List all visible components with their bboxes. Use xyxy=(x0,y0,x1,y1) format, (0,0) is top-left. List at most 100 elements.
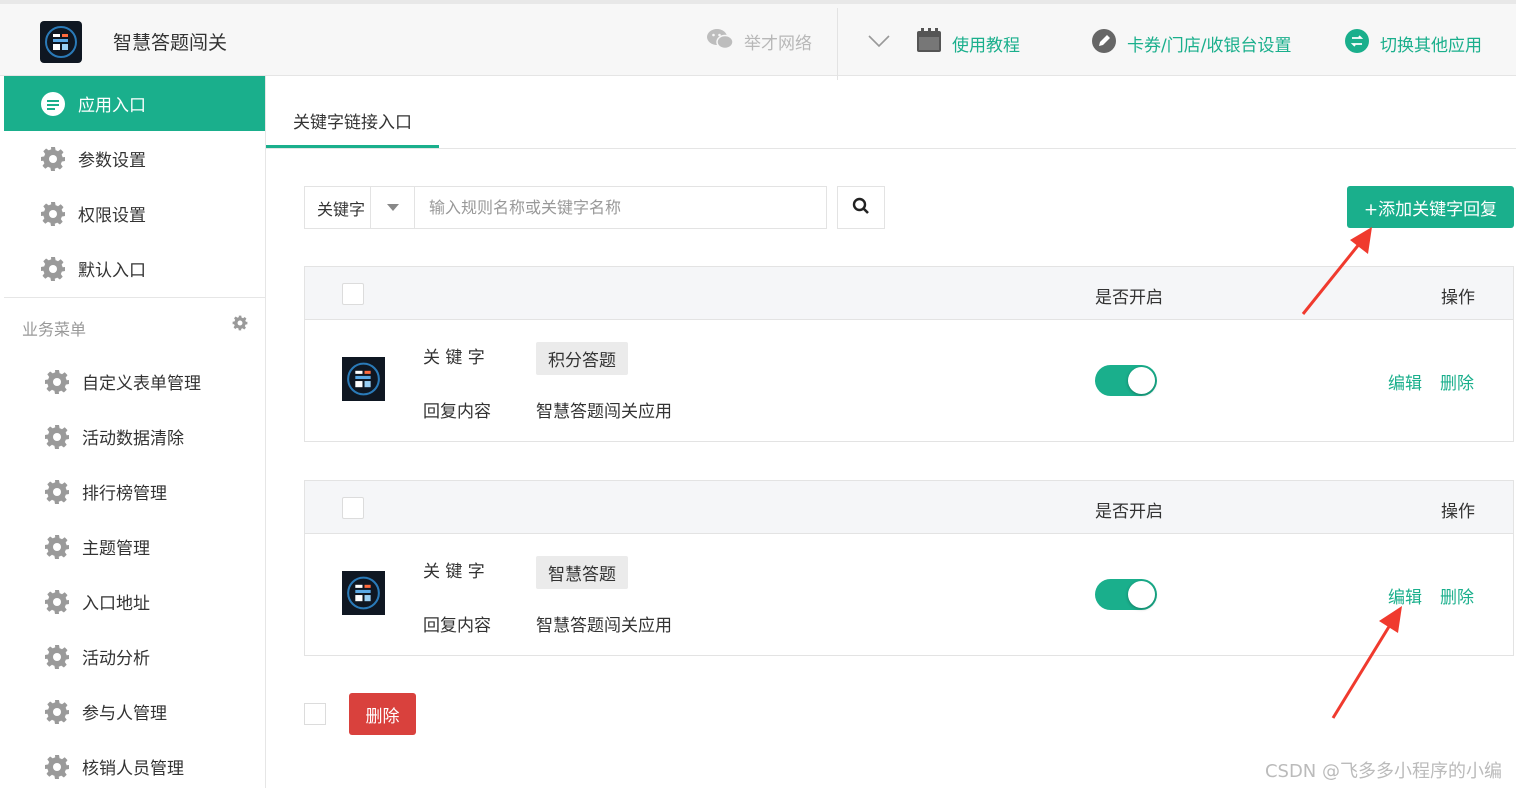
row-checkbox[interactable] xyxy=(342,283,364,305)
enabled-toggle[interactable] xyxy=(1095,365,1157,396)
keyword-rule-card: 是否开启 操作 关 键 字 智慧答题 回复内容 智慧答题闯关应用 编辑 删除 xyxy=(304,480,1514,656)
column-enabled: 是否开启 xyxy=(1095,502,1163,522)
gear-icon xyxy=(44,424,70,450)
sidebar-item-permissions[interactable]: 权限设置 xyxy=(4,186,265,241)
sidebar-item-default-entry[interactable]: 默认入口 xyxy=(4,241,265,296)
settings-link[interactable]: 卡券/门店/收银台设置 xyxy=(1091,28,1291,59)
tab-keyword-entry[interactable]: 关键字链接入口 xyxy=(266,100,439,148)
book-icon xyxy=(916,28,942,59)
watermark: CSDN @飞多多小程序的小编 xyxy=(1264,761,1502,782)
sidebar-item-label: 入口地址 xyxy=(82,594,150,614)
sidebar-item-leaderboard[interactable]: 排行榜管理 xyxy=(4,464,265,519)
keyword-tag: 积分答题 xyxy=(536,342,628,375)
gear-icon xyxy=(40,201,66,227)
section-settings-icon[interactable] xyxy=(232,315,248,335)
sidebar-item-label: 参数设置 xyxy=(78,151,146,171)
gear-icon xyxy=(40,146,66,172)
sidebar-item-analysis[interactable]: 活动分析 xyxy=(4,629,265,684)
gear-icon xyxy=(40,256,66,282)
rule-thumbnail xyxy=(342,571,385,615)
reply-content: 智慧答题闯关应用 xyxy=(536,616,672,636)
tutorial-label: 使用教程 xyxy=(952,36,1020,56)
reply-label: 回复内容 xyxy=(423,402,491,422)
app-title: 智慧答题闯关 xyxy=(113,32,228,54)
caret-down-icon[interactable] xyxy=(371,187,415,228)
enabled-toggle[interactable] xyxy=(1095,579,1157,610)
delete-link[interactable]: 删除 xyxy=(1440,583,1474,608)
reply-label: 回复内容 xyxy=(423,616,491,636)
gear-icon xyxy=(44,589,70,615)
sidebar-item-label: 活动数据清除 xyxy=(82,429,184,449)
sidebar-item-label: 默认入口 xyxy=(78,261,146,281)
keyword-tag: 智慧答题 xyxy=(536,556,628,589)
section-title: 业务菜单 xyxy=(22,320,87,339)
search-button[interactable] xyxy=(837,186,885,229)
company-link[interactable]: 举才网络 xyxy=(706,28,812,55)
pencil-icon xyxy=(1091,28,1117,59)
row-checkbox[interactable] xyxy=(342,497,364,519)
card-body: 关 键 字 积分答题 回复内容 智慧答题闯关应用 编辑 删除 xyxy=(305,320,1513,441)
sidebar-item-theme[interactable]: 主题管理 xyxy=(4,519,265,574)
sidebar-item-verifiers[interactable]: 核销人员管理 xyxy=(4,739,265,788)
app-logo xyxy=(40,21,82,63)
sidebar: 应用入口 参数设置 权限设置 默认入口 业务菜单 自定义表单管理 活动数据清除 xyxy=(4,76,266,788)
edit-link[interactable]: 编辑 xyxy=(1388,369,1422,394)
keyword-rule-card: 是否开启 操作 关 键 字 积分答题 回复内容 智慧答题闯关应用 编辑 删除 xyxy=(304,266,1514,442)
sidebar-item-participants[interactable]: 参与人管理 xyxy=(4,684,265,739)
header-divider xyxy=(837,8,838,80)
column-enabled: 是否开启 xyxy=(1095,288,1163,308)
switch-app-label: 切换其他应用 xyxy=(1380,36,1482,56)
sidebar-item-label: 自定义表单管理 xyxy=(82,374,201,394)
card-header: 是否开启 操作 xyxy=(305,267,1513,320)
sidebar-item-app-entry[interactable]: 应用入口 xyxy=(4,76,265,131)
card-body: 关 键 字 智慧答题 回复内容 智慧答题闯关应用 编辑 删除 xyxy=(305,534,1513,655)
gear-icon xyxy=(44,534,70,560)
toggle-knob xyxy=(1128,581,1155,608)
sidebar-divider xyxy=(4,297,265,298)
sidebar-item-label: 核销人员管理 xyxy=(82,759,184,779)
settings-label: 卡券/门店/收银台设置 xyxy=(1127,36,1292,56)
select-all-checkbox[interactable] xyxy=(304,703,326,725)
wechat-icon xyxy=(706,28,734,55)
rule-thumbnail xyxy=(342,357,385,401)
search-input[interactable] xyxy=(415,187,826,228)
gear-icon xyxy=(44,369,70,395)
add-keyword-reply-button[interactable]: +添加关键字回复 xyxy=(1347,186,1514,228)
sidebar-item-form-manage[interactable]: 自定义表单管理 xyxy=(4,354,265,409)
edit-link[interactable]: 编辑 xyxy=(1388,583,1422,608)
bulk-delete-button[interactable]: 删除 xyxy=(349,693,416,735)
column-actions: 操作 xyxy=(1441,288,1475,308)
gear-icon xyxy=(44,644,70,670)
keyword-label: 关 键 字 xyxy=(423,348,485,368)
switch-icon xyxy=(1344,28,1370,59)
chat-icon xyxy=(40,91,66,117)
sidebar-item-label: 活动分析 xyxy=(82,649,150,669)
sidebar-item-params[interactable]: 参数设置 xyxy=(4,131,265,186)
company-name: 举才网络 xyxy=(744,34,812,54)
delete-link[interactable]: 删除 xyxy=(1440,369,1474,394)
reply-content: 智慧答题闯关应用 xyxy=(536,402,672,422)
tab-underline xyxy=(266,148,1516,149)
sidebar-item-entry-url[interactable]: 入口地址 xyxy=(4,574,265,629)
top-header: 智慧答题闯关 举才网络 使用教程 卡券/门店/收银台设置 切换其他应用 xyxy=(0,0,1516,80)
toggle-knob xyxy=(1128,367,1155,394)
keyword-label: 关 键 字 xyxy=(423,562,485,582)
search-icon xyxy=(852,197,870,219)
sidebar-item-label: 应用入口 xyxy=(78,96,146,116)
app-root: 智慧答题闯关 举才网络 使用教程 卡券/门店/收银台设置 切换其他应用 应用入口… xyxy=(0,0,1516,788)
gear-icon xyxy=(44,754,70,780)
sidebar-item-label: 主题管理 xyxy=(82,539,150,559)
switch-app-link[interactable]: 切换其他应用 xyxy=(1344,28,1482,59)
gear-icon xyxy=(44,699,70,725)
card-header: 是否开启 操作 xyxy=(305,481,1513,534)
search-bar: 关键字 xyxy=(304,186,827,229)
sidebar-item-data-clear[interactable]: 活动数据清除 xyxy=(4,409,265,464)
column-actions: 操作 xyxy=(1441,502,1475,522)
sidebar-item-label: 排行榜管理 xyxy=(82,484,167,504)
tutorial-link[interactable]: 使用教程 xyxy=(916,28,1020,59)
search-type-select[interactable]: 关键字 xyxy=(305,187,371,228)
sidebar-item-label: 参与人管理 xyxy=(82,704,167,724)
gear-icon xyxy=(44,479,70,505)
sidebar-item-label: 权限设置 xyxy=(78,206,146,226)
chevron-down-icon[interactable] xyxy=(868,34,890,48)
